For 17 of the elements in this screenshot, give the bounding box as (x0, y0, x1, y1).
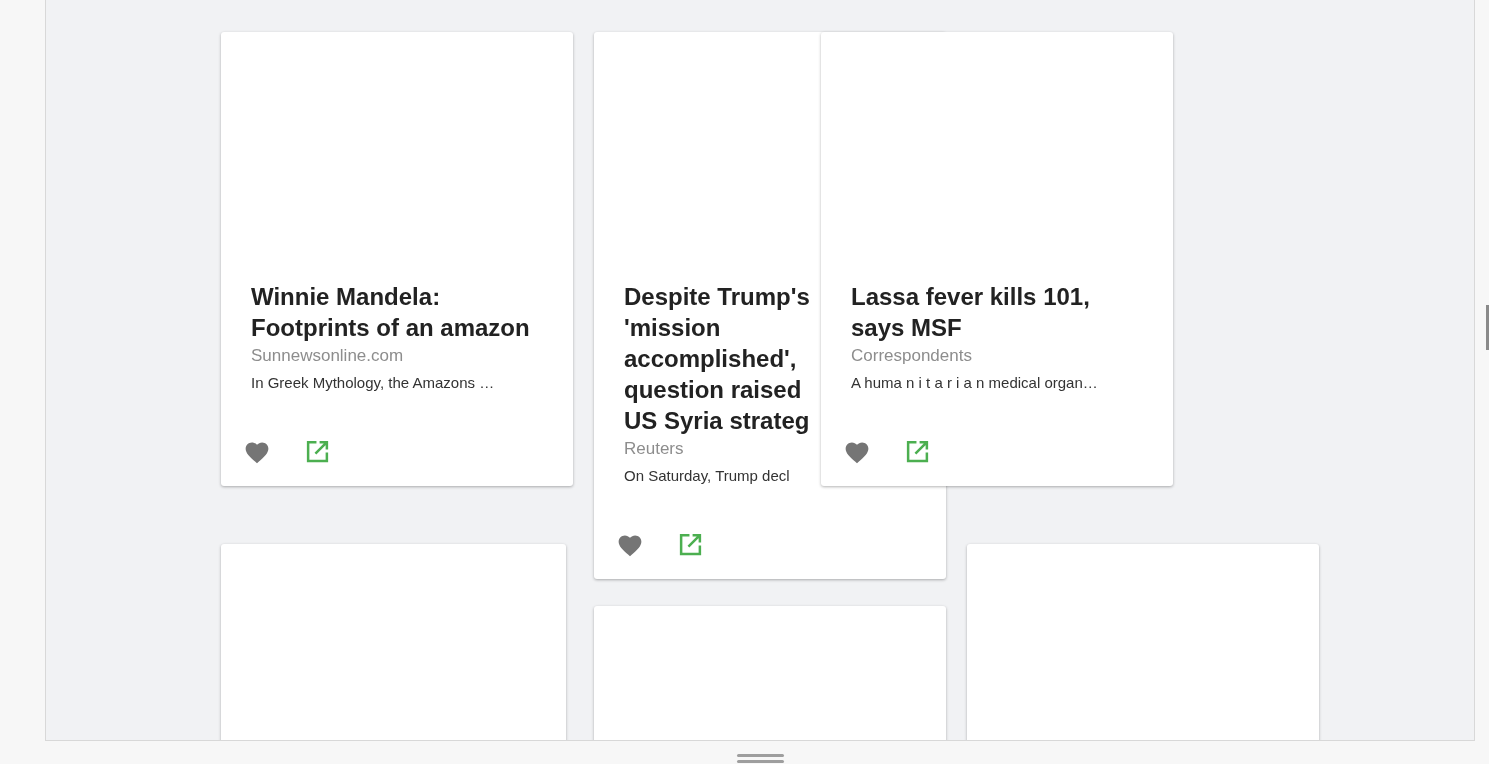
external-link-icon[interactable] (678, 532, 703, 557)
article-source: Sunnewsonline.com (251, 345, 405, 367)
heart-icon[interactable] (243, 439, 271, 464)
article-title[interactable]: Lassa fever kills 101, says MSF (851, 281, 1143, 343)
article-summary: On Saturday, Trump decl (624, 466, 791, 486)
scrollbar-thumb[interactable] (1486, 305, 1489, 350)
external-link-icon[interactable] (305, 439, 330, 464)
article-source: Correspondents (851, 345, 973, 367)
heart-icon[interactable] (616, 532, 644, 557)
article-summary: In Greek Mythology, the Amazons … (251, 373, 496, 393)
article-source: Reuters (624, 438, 685, 460)
article-title[interactable]: Despite Trump's 'mission accomplished', question raised US Syria strateg (624, 281, 810, 436)
article-summary: A huma n i t a r i a n medical organ… (851, 373, 1099, 393)
drag-handle[interactable] (737, 754, 784, 763)
external-link-icon[interactable] (905, 439, 930, 464)
heart-icon[interactable] (843, 439, 871, 464)
article-title[interactable]: Winnie Mandela: Footprints of an amazon (251, 281, 543, 343)
